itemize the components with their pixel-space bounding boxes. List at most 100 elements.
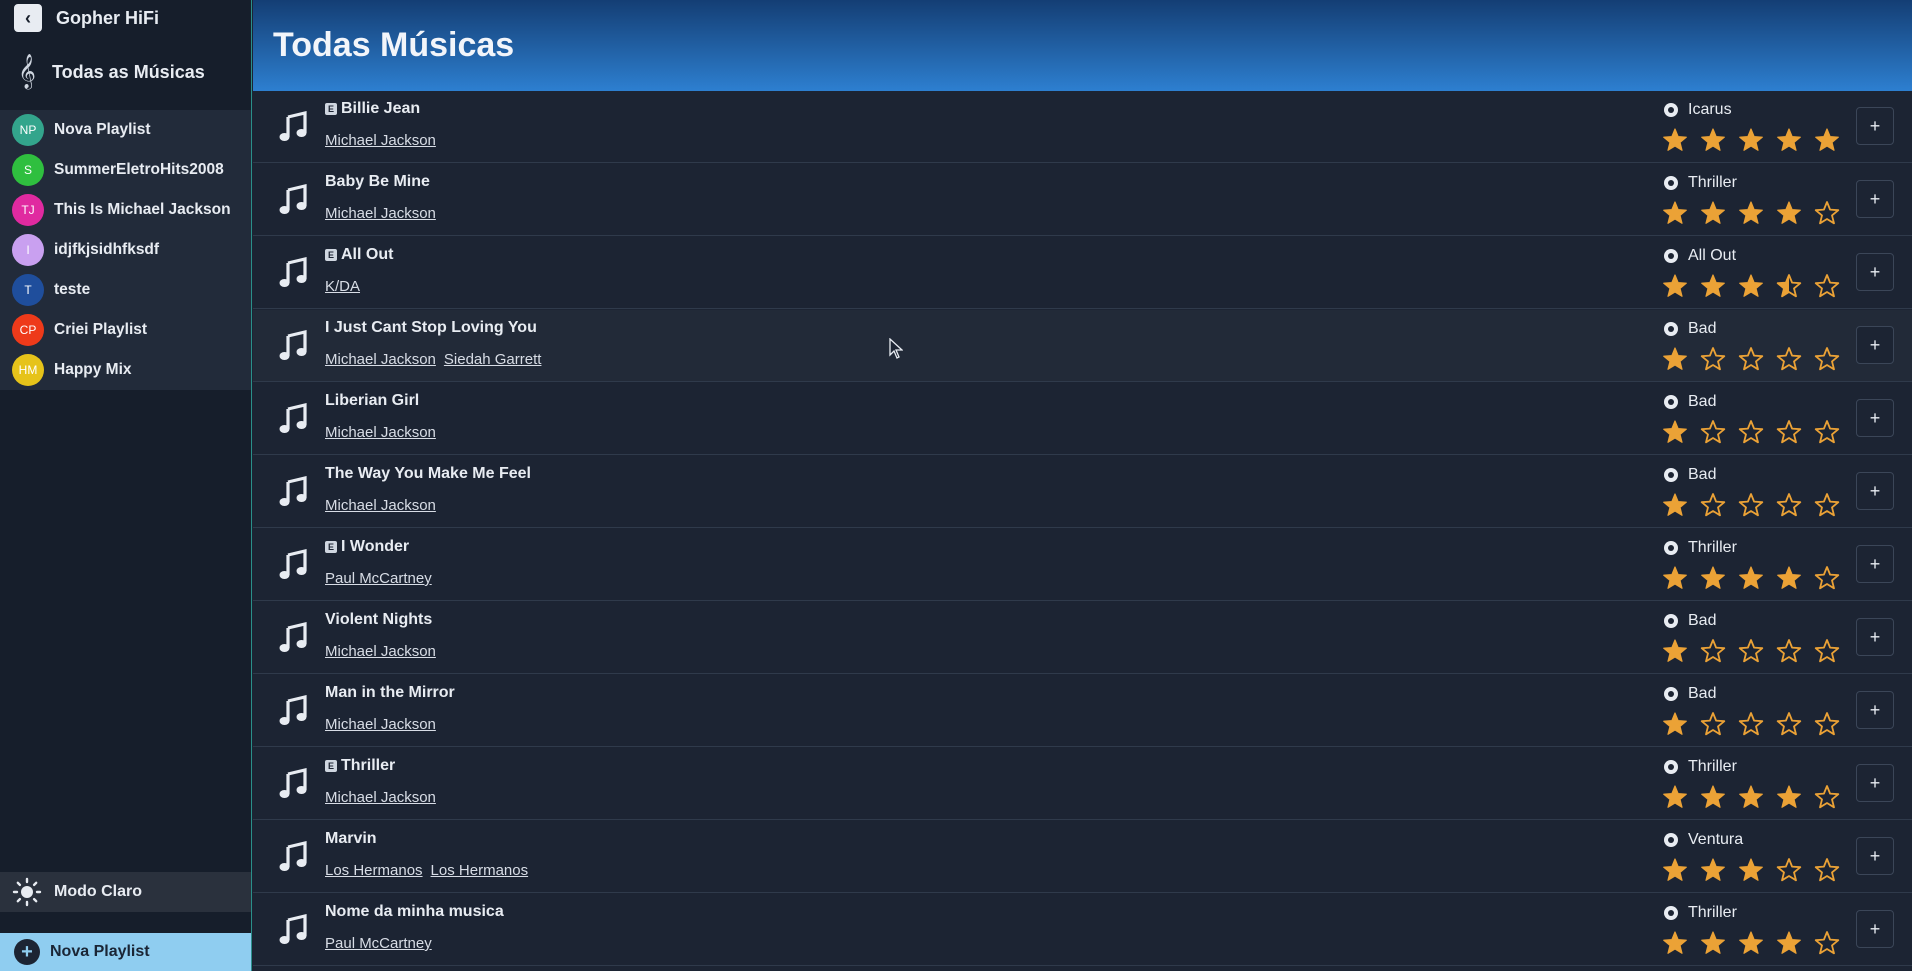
artist-link[interactable]: Michael Jackson [325,716,436,733]
sidebar-item-playlist[interactable]: TJ This Is Michael Jackson [0,190,251,230]
star-empty-icon[interactable] [1814,492,1840,518]
song-album[interactable]: Bad [1664,320,1716,338]
star-rating[interactable] [1662,492,1852,518]
song-album[interactable]: Thriller [1664,904,1737,922]
star-filled-icon[interactable] [1776,200,1802,226]
star-empty-icon[interactable] [1776,638,1802,664]
song-album[interactable]: Thriller [1664,539,1737,557]
artist-link[interactable]: Michael Jackson [325,351,436,368]
song-album[interactable]: Bad [1664,466,1716,484]
star-filled-icon[interactable] [1700,273,1726,299]
star-filled-icon[interactable] [1662,419,1688,445]
add-to-playlist-button[interactable]: + [1856,691,1894,729]
star-rating[interactable] [1662,711,1852,737]
star-filled-icon[interactable] [1700,930,1726,956]
sidebar-item-all-songs[interactable]: 𝄞 Todas as Músicas [0,36,251,108]
star-empty-icon[interactable] [1814,419,1840,445]
star-empty-icon[interactable] [1700,711,1726,737]
star-empty-icon[interactable] [1814,711,1840,737]
add-to-playlist-button[interactable]: + [1856,180,1894,218]
star-filled-icon[interactable] [1662,857,1688,883]
song-row[interactable]: E Thriller Michael Jackson Thriller + [253,748,1912,820]
star-rating[interactable] [1662,784,1852,810]
star-rating[interactable] [1662,127,1852,153]
star-filled-icon[interactable] [1776,565,1802,591]
star-filled-icon[interactable] [1700,857,1726,883]
light-mode-toggle[interactable]: Modo Claro [0,872,251,912]
star-empty-icon[interactable] [1776,419,1802,445]
song-album[interactable]: Thriller [1664,758,1737,776]
star-filled-icon[interactable] [1776,784,1802,810]
artist-link[interactable]: Michael Jackson [325,205,436,222]
star-empty-icon[interactable] [1814,857,1840,883]
star-filled-icon[interactable] [1662,200,1688,226]
add-to-playlist-button[interactable]: + [1856,837,1894,875]
song-row[interactable]: I Just Cant Stop Loving You Michael Jacks… [253,310,1912,382]
star-empty-icon[interactable] [1700,419,1726,445]
artist-link[interactable]: Siedah Garrett [444,351,542,368]
star-empty-icon[interactable] [1814,930,1840,956]
star-filled-icon[interactable] [1662,127,1688,153]
star-rating[interactable] [1662,200,1852,226]
sidebar-item-playlist[interactable]: Tteste [0,270,251,310]
star-filled-icon[interactable] [1662,711,1688,737]
song-album[interactable]: Bad [1664,685,1716,703]
song-row[interactable]: Violent Nights Michael Jackson Bad + [253,602,1912,674]
star-filled-icon[interactable] [1662,346,1688,372]
star-filled-icon[interactable] [1700,784,1726,810]
new-playlist-button[interactable]: + Nova Playlist [0,933,251,971]
song-row[interactable]: Baby Be Mine Michael Jackson Thriller + [253,164,1912,236]
star-empty-icon[interactable] [1776,346,1802,372]
add-to-playlist-button[interactable]: + [1856,545,1894,583]
star-filled-icon[interactable] [1738,200,1764,226]
artist-link[interactable]: Michael Jackson [325,643,436,660]
star-filled-icon[interactable] [1662,492,1688,518]
song-row[interactable]: Man in the Mirror Michael Jackson Bad + [253,675,1912,747]
song-album[interactable]: Bad [1664,393,1716,411]
star-empty-icon[interactable] [1738,346,1764,372]
sidebar-item-playlist[interactable]: NP Nova Playlist [0,110,251,150]
add-to-playlist-button[interactable]: + [1856,472,1894,510]
star-empty-icon[interactable] [1814,638,1840,664]
star-filled-icon[interactable] [1662,930,1688,956]
song-row[interactable]: E All Out K/DA All Out + [253,237,1912,309]
star-empty-icon[interactable] [1700,492,1726,518]
star-empty-icon[interactable] [1700,638,1726,664]
star-filled-icon[interactable] [1738,784,1764,810]
star-empty-icon[interactable] [1776,857,1802,883]
star-filled-icon[interactable] [1738,857,1764,883]
star-filled-icon[interactable] [1700,565,1726,591]
star-filled-icon[interactable] [1738,273,1764,299]
sidebar-item-playlist[interactable]: CP Criei Playlist [0,310,251,350]
star-rating[interactable] [1662,419,1852,445]
song-row[interactable]: E I Wonder Paul McCartney Thriller + [253,529,1912,601]
add-to-playlist-button[interactable]: + [1856,764,1894,802]
artist-link[interactable]: Los Hermanos [325,862,423,879]
star-filled-icon[interactable] [1662,565,1688,591]
add-to-playlist-button[interactable]: + [1856,107,1894,145]
artist-link[interactable]: Michael Jackson [325,497,436,514]
song-row[interactable]: Marvin Los Hermanos Los Hermanos Ventura + [253,821,1912,893]
star-filled-icon[interactable] [1776,930,1802,956]
add-to-playlist-button[interactable]: + [1856,253,1894,291]
star-empty-icon[interactable] [1738,492,1764,518]
star-empty-icon[interactable] [1776,492,1802,518]
star-rating[interactable] [1662,346,1852,372]
star-empty-icon[interactable] [1738,419,1764,445]
star-rating[interactable] [1662,638,1852,664]
star-filled-icon[interactable] [1662,273,1688,299]
song-album[interactable]: Ventura [1664,831,1743,849]
star-filled-icon[interactable] [1738,930,1764,956]
song-album[interactable]: All Out [1664,247,1736,265]
artist-link[interactable]: Michael Jackson [325,789,436,806]
sidebar-item-playlist[interactable]: Iidjfkjsidhfksdf [0,230,251,270]
star-empty-icon[interactable] [1814,273,1840,299]
artist-link[interactable]: K/DA [325,278,360,295]
add-to-playlist-button[interactable]: + [1856,910,1894,948]
star-empty-icon[interactable] [1738,711,1764,737]
song-row[interactable]: E Billie Jean Michael Jackson Icarus + [253,91,1912,163]
star-rating[interactable] [1662,930,1852,956]
artist-link[interactable]: Los Hermanos [431,862,529,879]
sidebar-item-playlist[interactable]: S SummerEletroHits2008 [0,150,251,190]
star-empty-icon[interactable] [1776,711,1802,737]
